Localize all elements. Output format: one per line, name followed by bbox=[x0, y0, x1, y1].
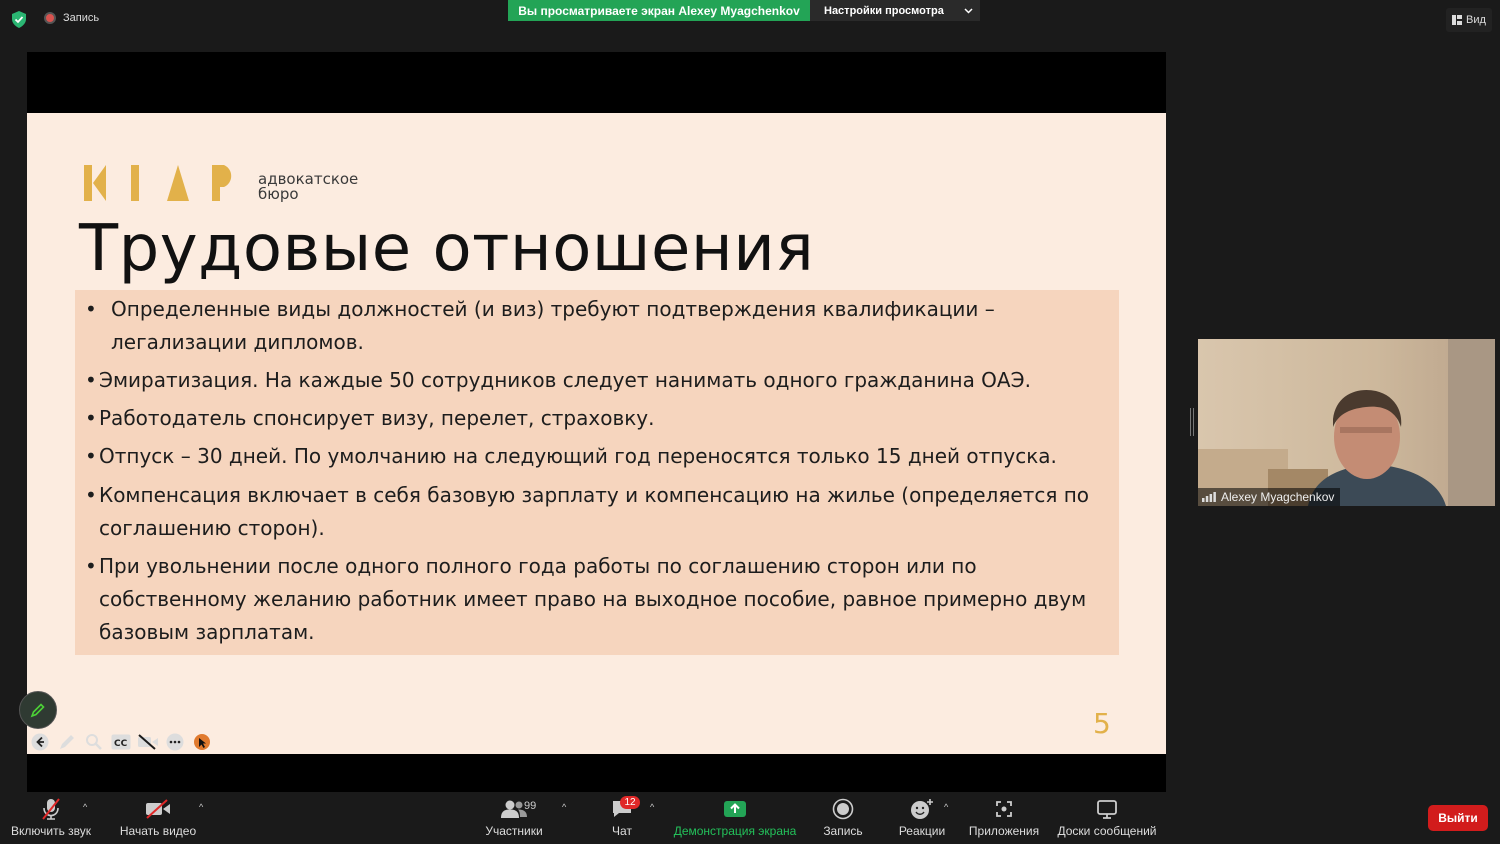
recording-indicator[interactable]: Запись bbox=[44, 12, 99, 24]
record-button[interactable]: Запись bbox=[820, 794, 866, 844]
record-icon bbox=[832, 798, 854, 820]
shield-icon[interactable] bbox=[11, 11, 27, 28]
view-settings-label: Настройки просмотра bbox=[824, 4, 944, 17]
magnifier-icon[interactable] bbox=[84, 732, 104, 752]
bullet-item: • Работодатель спонсирует визу, перелет,… bbox=[81, 402, 655, 435]
bullet-text: легализации дипломов. bbox=[111, 330, 364, 354]
participants-count: 99 bbox=[524, 800, 537, 812]
chevron-down-icon bbox=[964, 7, 973, 14]
bullet-text: соглашению сторон). bbox=[99, 516, 325, 540]
participant-name-tag: Alexey Myagchenkov bbox=[1198, 488, 1341, 506]
pen-icon[interactable] bbox=[57, 732, 77, 752]
bullet-glyph: • bbox=[85, 444, 97, 468]
slide-title: Трудовые отношения bbox=[79, 212, 815, 286]
bullet-text: собственному желанию работник имеет прав… bbox=[99, 587, 1087, 611]
bullet-glyph: • bbox=[85, 554, 97, 578]
unmute-label: Включить звук bbox=[10, 824, 92, 838]
presentation-slide: адвокатское бюро Трудовые отношения • Оп… bbox=[27, 113, 1166, 754]
video-options-caret-icon[interactable]: ^ bbox=[199, 802, 203, 812]
bullet-text: Компенсация включает в себя базовую зарп… bbox=[99, 483, 1090, 507]
start-video-button[interactable]: Начать видео bbox=[118, 794, 198, 844]
share-screen-button[interactable]: Демонстрация экрана bbox=[672, 794, 798, 844]
presentation-controls: CC bbox=[30, 731, 212, 753]
bullet-glyph: • bbox=[85, 368, 97, 392]
signal-strength-icon bbox=[1202, 492, 1216, 502]
chat-label: Чат bbox=[612, 824, 632, 838]
zoom-window: Запись Вы просматриваете экран Alexey My… bbox=[0, 0, 1500, 844]
participant-video-frame bbox=[1198, 339, 1495, 506]
video-off-icon[interactable] bbox=[138, 732, 158, 752]
bullet-text: базовым зарплатам. bbox=[99, 620, 315, 644]
chat-unread-badge: 12 bbox=[620, 796, 640, 809]
audio-options-caret-icon[interactable]: ^ bbox=[83, 802, 87, 812]
participants-options-caret-icon[interactable]: ^ bbox=[562, 802, 566, 812]
captions-icon[interactable]: CC bbox=[111, 732, 131, 752]
bullet-item: • Определенные виды должностей (и виз) т… bbox=[81, 293, 995, 359]
participants-label: Участники bbox=[485, 824, 543, 838]
unmute-button[interactable]: Включить звук bbox=[8, 794, 94, 844]
slide-page-number: 5 bbox=[1093, 707, 1111, 740]
record-dot-icon bbox=[44, 12, 56, 24]
whiteboard-icon bbox=[1097, 800, 1117, 819]
share-screen-label: Демонстрация экрана bbox=[673, 824, 797, 838]
bullet-text: Эмиратизация. На каждые 50 сотрудников с… bbox=[99, 368, 1031, 392]
view-button-label: Вид bbox=[1466, 14, 1486, 26]
reactions-icon bbox=[911, 799, 933, 819]
view-layout-icon bbox=[1452, 15, 1462, 25]
record-label: Запись bbox=[823, 824, 863, 838]
leave-meeting-button[interactable]: Выйти bbox=[1428, 805, 1488, 831]
panel-resize-handle[interactable] bbox=[1190, 408, 1194, 436]
participant-name: Alexey Myagchenkov bbox=[1221, 490, 1335, 504]
share-screen-icon bbox=[724, 801, 746, 817]
shared-screen[interactable]: адвокатское бюро Трудовые отношения • Оп… bbox=[27, 52, 1166, 792]
more-options-icon[interactable] bbox=[165, 732, 185, 752]
view-button[interactable]: Вид bbox=[1446, 8, 1492, 32]
pencil-icon bbox=[30, 703, 45, 718]
bullet-text: Работодатель спонсирует визу, перелет, с… bbox=[99, 406, 655, 430]
bullet-glyph: • bbox=[85, 483, 97, 507]
recording-label: Запись bbox=[63, 12, 100, 24]
start-video-label: Начать видео bbox=[119, 824, 197, 838]
chat-options-caret-icon[interactable]: ^ bbox=[650, 802, 654, 812]
kiar-logo bbox=[84, 165, 232, 201]
bullet-text: При увольнении после одного полного года… bbox=[99, 554, 977, 578]
bullet-item: • Эмиратизация. На каждые 50 сотрудников… bbox=[81, 364, 1031, 397]
reactions-label: Реакции bbox=[898, 824, 946, 838]
whiteboards-label: Доски сообщений bbox=[1057, 824, 1157, 838]
logo-subtitle: адвокатское бюро bbox=[258, 172, 358, 202]
meeting-toolbar: Включить звук ^ Начать видео ^ 99 Участн… bbox=[0, 794, 1500, 844]
back-arrow-icon[interactable] bbox=[30, 732, 50, 752]
svg-text:CC: CC bbox=[114, 739, 128, 749]
whiteboards-button[interactable]: Доски сообщений bbox=[1054, 794, 1160, 844]
logo-subtitle-line2: бюро bbox=[258, 185, 299, 203]
chat-button[interactable]: 12 Чат bbox=[604, 794, 640, 844]
bullet-text: Определенные виды должностей (и виз) тре… bbox=[111, 297, 995, 321]
bullet-glyph: • bbox=[85, 406, 97, 430]
apps-icon bbox=[996, 801, 1012, 817]
participant-video-tile[interactable]: Alexey Myagchenkov bbox=[1198, 339, 1495, 506]
bullet-glyph: • bbox=[85, 297, 97, 321]
reactions-options-caret-icon[interactable]: ^ bbox=[944, 802, 948, 812]
bullet-text: Отпуск – 30 дней. По умолчанию на следую… bbox=[99, 444, 1057, 468]
microphone-muted-icon bbox=[42, 798, 60, 820]
bullet-item: • При увольнении после одного полного го… bbox=[81, 550, 1086, 649]
viewing-banner: Вы просматриваете экран Alexey Myagchenk… bbox=[508, 0, 810, 21]
participants-button[interactable]: 99 Участники bbox=[482, 794, 546, 844]
bullet-list: • Определенные виды должностей (и виз) т… bbox=[75, 290, 1119, 655]
apps-label: Приложения bbox=[968, 824, 1040, 838]
reactions-button[interactable]: Реакции bbox=[896, 794, 948, 844]
laser-pointer-icon[interactable] bbox=[192, 732, 212, 752]
bullet-item: • Отпуск – 30 дней. По умолчанию на след… bbox=[81, 440, 1057, 473]
camera-off-icon bbox=[146, 799, 170, 819]
top-bar: Запись Вы просматриваете экран Alexey My… bbox=[0, 0, 1500, 40]
apps-button[interactable]: Приложения bbox=[966, 794, 1042, 844]
annotate-pen-button[interactable] bbox=[19, 691, 57, 729]
view-settings-button[interactable]: Настройки просмотра bbox=[810, 0, 980, 21]
bullet-item: • Компенсация включает в себя базовую за… bbox=[81, 479, 1089, 545]
